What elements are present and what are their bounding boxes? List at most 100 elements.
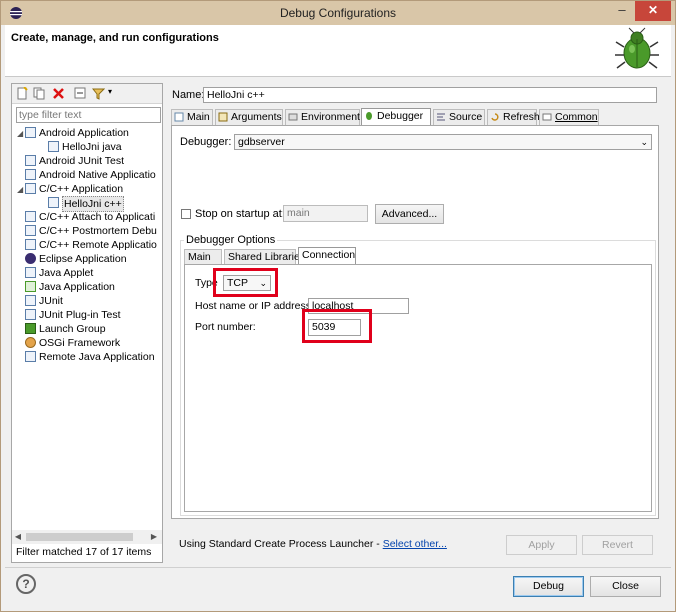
junit-icon [25,295,36,306]
debugger-options-label: Debugger Options [184,234,278,246]
new-configuration-icon[interactable] [16,87,29,100]
remote-java-icon [25,351,36,362]
stop-on-startup-checkbox[interactable] [181,209,191,219]
expand-icon[interactable]: ◢ [17,183,25,197]
tab-refresh[interactable]: Refresh [487,109,540,125]
chevron-down-icon: ⌄ [640,137,648,147]
stop-on-startup-input[interactable]: main [283,205,368,222]
expand-icon[interactable]: ◢ [17,127,25,141]
footer-divider [5,567,671,568]
help-icon[interactable]: ? [16,574,36,594]
cpp-app-icon [25,183,36,194]
duplicate-icon[interactable] [33,87,46,100]
subtab-connection[interactable]: Connection [298,247,356,265]
launch-config-icon [48,141,59,152]
title-bar: Debug Configurations – ✕ [1,1,675,25]
stop-on-startup-label: Stop on startup at: [195,208,285,220]
port-label: Port number: [195,321,256,333]
select-other-link[interactable]: Select other... [383,538,447,550]
debug-button[interactable]: Debug [513,576,584,597]
tree-item-cpp-attach[interactable]: C/C++ Attach to Applicati [25,210,155,224]
tree-item-eclipse-application[interactable]: Eclipse Application [25,252,127,266]
tree-item-android-junit-test[interactable]: Android JUnit Test [25,154,124,168]
type-highlight-box [213,268,278,297]
tree-item-java-applet[interactable]: Java Applet [25,266,93,280]
debugger-option-tabs: Main Shared Libraries Connection [184,247,564,265]
tab-arguments[interactable]: Arguments [215,109,283,125]
source-tab-icon [437,113,445,121]
debugger-label: Debugger: [180,136,232,148]
header-title: Create, manage, and run configurations [11,32,219,44]
horizontal-scrollbar[interactable]: ◀ ▶ [12,530,162,544]
tree-item-java-application[interactable]: Java Application [25,280,115,294]
name-label: Name: [172,89,205,101]
minimize-button[interactable]: – [610,1,634,21]
scroll-right-icon[interactable]: ▶ [148,530,160,544]
launcher-info: Using Standard Create Process Launcher -… [179,538,447,550]
arguments-tab-icon [218,112,228,122]
refresh-tab-icon [491,113,499,121]
main-tab-icon [174,112,184,122]
tab-environment[interactable]: Environment [285,109,360,125]
debugger-tab-panel: Debugger: gdbserver ⌄ Stop on startup at:… [171,125,659,519]
environment-tab-icon [288,113,298,121]
junit-icon [25,155,36,166]
debug-configurations-window: Debug Configurations – ✕ Create, manage,… [0,0,676,612]
subtab-shared-libraries[interactable]: Shared Libraries [224,249,305,265]
revert-button[interactable]: Revert [582,535,653,555]
debugger-select[interactable]: gdbserver ⌄ [234,134,652,150]
list-toolbar: ▾ [12,84,162,104]
apply-button[interactable]: Apply [506,535,577,555]
subtab-main[interactable]: Main [184,249,222,265]
tree-item-android-native-application[interactable]: Android Native Applicatio [25,168,156,182]
eclipse-icon [25,253,36,264]
cpp-remote-icon [25,239,36,250]
tab-main[interactable]: Main [171,109,213,125]
tree-item-hellojni-java[interactable]: HelloJni java [48,140,122,154]
filter-icon[interactable] [92,87,105,100]
scroll-left-icon[interactable]: ◀ [12,530,24,544]
tab-common[interactable]: Common [539,109,599,125]
tree-item-cpp-application[interactable]: ◢ C/C++ Application [17,182,123,197]
tree-item-junit-plugin-test[interactable]: JUnit Plug-in Test [25,308,121,322]
close-window-button[interactable]: ✕ [635,1,671,21]
name-input[interactable]: HelloJni c++ [203,87,657,103]
window-title: Debug Configurations [279,6,397,20]
collapse-all-icon[interactable] [74,87,87,100]
configuration-list-pane: ▾ type filter text ◢ Android Application … [11,83,163,563]
close-button[interactable]: Close [590,576,661,597]
tree-item-remote-java-application[interactable]: Remote Java Application [25,350,155,364]
filter-status: Filter matched 17 of 17 items [16,546,152,558]
port-highlight-box [302,309,372,343]
cpp-attach-icon [25,211,36,222]
cpp-postmortem-icon [25,225,36,236]
junit-plugin-icon [25,309,36,320]
tree-item-osgi-framework[interactable]: OSGi Framework [25,336,120,350]
tree-item-launch-group[interactable]: Launch Group [25,322,106,336]
android-native-icon [25,169,36,180]
android-app-icon [25,127,36,138]
connection-panel: Type TCP ⌄ Host name or IP address: local… [184,264,652,512]
filter-menu-chevron-icon[interactable]: ▾ [108,87,112,96]
scroll-thumb[interactable] [26,533,133,541]
configuration-editor: Name: HelloJni c++ Main Arguments Enviro… [167,83,663,567]
common-tab-icon [542,113,552,121]
advanced-button[interactable]: Advanced... [375,204,444,224]
tree-item-hellojni-cpp[interactable]: HelloJni c++ [48,196,124,212]
dialog-header: Create, manage, and run configurations [5,25,671,77]
tree-item-cpp-remote[interactable]: C/C++ Remote Applicatio [25,238,157,252]
config-tabs: Main Arguments Environment Debugger Sour… [171,108,659,126]
tab-source[interactable]: Source [433,109,485,125]
filter-input[interactable]: type filter text [16,107,161,123]
tab-debugger[interactable]: Debugger [361,108,431,126]
osgi-icon [25,337,36,348]
tree-item-android-application[interactable]: ◢ Android Application [17,126,129,141]
java-app-icon [25,281,36,292]
tree-item-cpp-postmortem[interactable]: C/C++ Postmortem Debu [25,224,157,238]
launch-group-icon [25,323,36,334]
cpp-config-icon [48,197,59,208]
host-label: Host name or IP address: [195,300,314,312]
tree-item-junit[interactable]: JUnit [25,294,63,308]
delete-icon[interactable] [52,87,65,100]
debugger-tab-icon [366,112,372,120]
